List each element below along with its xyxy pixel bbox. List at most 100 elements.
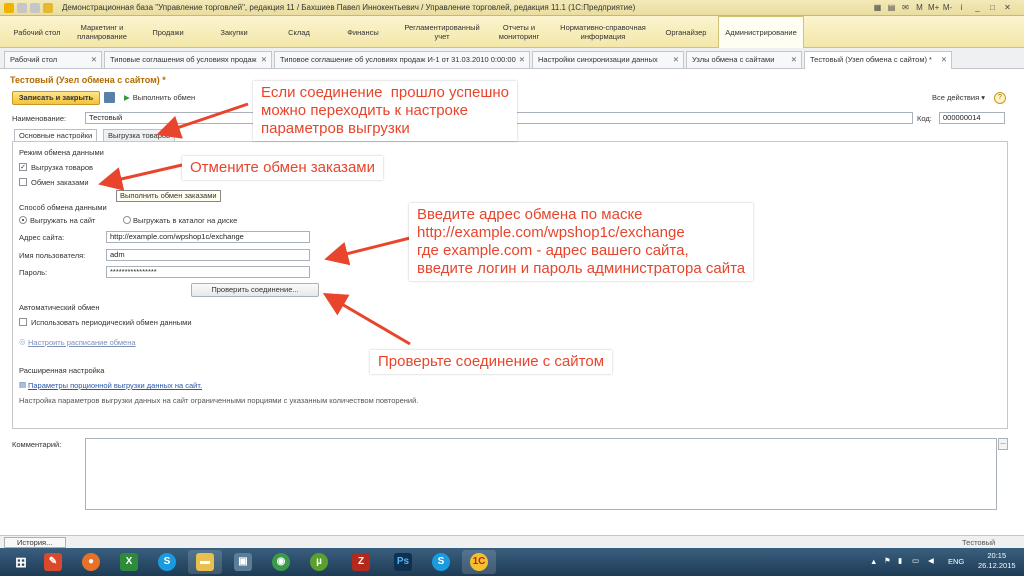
comment-label: Комментарий: (12, 440, 62, 449)
section-reports[interactable]: Отчеты и мониторинг (486, 16, 552, 48)
tab-current-node[interactable]: Тестовый (Узел обмена с сайтом) * ✕ (804, 51, 952, 69)
save-close-button[interactable]: Записать и закрыть (12, 91, 100, 105)
tab-desktop[interactable]: Рабочий стол ✕ (4, 51, 102, 68)
auto-exchange-header: Автоматический обмен (19, 303, 100, 312)
skype-icon: S (158, 553, 176, 571)
batch-settings-link[interactable]: Параметры порционной выгрузки данных на … (28, 381, 202, 390)
tray-battery-icon[interactable]: ▭ (912, 556, 919, 565)
calc-icon[interactable]: ▦ (872, 2, 883, 13)
orders-exchange-checkbox[interactable] (19, 178, 27, 186)
tray-flag-icon[interactable]: ⚑ (884, 556, 891, 565)
batch-settings-note: Настройка параметров выгрузки данных на … (19, 396, 419, 405)
password-label: Пароль: (19, 268, 48, 277)
close-icon[interactable]: ✕ (673, 52, 679, 67)
memory-plus-icon[interactable]: M+ (928, 2, 939, 13)
section-desktop[interactable]: Рабочий стол (8, 16, 66, 48)
section-sales[interactable]: Продажи (138, 16, 198, 48)
section-organizer[interactable]: Органайзер (654, 16, 718, 48)
section-purchases[interactable]: Закупки (198, 16, 270, 48)
mail-icon[interactable]: ✉ (900, 2, 911, 13)
1c-icon: 1C (470, 553, 488, 571)
password-field[interactable]: **************** (106, 266, 310, 278)
minimize-icon[interactable]: _ (972, 2, 983, 13)
code-field[interactable]: 000000014 (939, 112, 1005, 124)
calendar-icon[interactable]: ▤ (886, 2, 897, 13)
annotation-enter-address: Введите адрес обмена по маске http://exa… (409, 203, 754, 281)
taskbar-filezilla[interactable]: Z (344, 550, 378, 574)
close-icon[interactable]: ✕ (261, 52, 267, 67)
tray-network-icon[interactable]: ▮ (898, 556, 902, 565)
name-label: Наименование: (12, 114, 67, 123)
close-icon[interactable]: ✕ (941, 52, 947, 67)
network-icon: ▣ (234, 553, 252, 571)
check-connection-button[interactable]: Проверить соединение... (191, 283, 319, 297)
taskbar-1c-tool[interactable]: ✎ (36, 550, 70, 574)
close-icon[interactable]: ✕ (519, 52, 525, 67)
taskbar-excel[interactable]: X (112, 550, 146, 574)
run-exchange-button[interactable]: ▶ Выполнить обмен (124, 92, 195, 104)
section-reference[interactable]: Нормативно-справочная информация (552, 16, 654, 48)
taskbar-utorrent[interactable]: µ (302, 550, 336, 574)
taskbar-skype-2[interactable]: S (424, 550, 458, 574)
tray-language[interactable]: ENG (948, 557, 964, 566)
save-icon[interactable] (104, 92, 115, 103)
tab-agreements[interactable]: Типовые соглашения об условиях продаж ✕ (104, 51, 272, 68)
taskbar-network[interactable]: ▣ (226, 550, 260, 574)
excel-icon: X (120, 553, 138, 571)
maximize-icon[interactable]: □ (987, 2, 998, 13)
taskbar-photoshop[interactable]: Ps (386, 550, 420, 574)
history-button[interactable]: История... (4, 537, 66, 548)
radio-upload-site[interactable] (19, 216, 27, 224)
tab-site-nodes[interactable]: Узлы обмена с сайтами ✕ (686, 51, 802, 68)
tray-up-icon[interactable]: ▲ (870, 557, 877, 566)
site-address-field[interactable]: http://example.com/wpshop1c/exchange (106, 231, 310, 243)
batch-settings-icon: ▤ (19, 380, 27, 389)
taskbar-1c[interactable]: 1C (462, 550, 496, 574)
back-icon[interactable] (17, 3, 27, 13)
tab-main-settings[interactable]: Основные настройки (14, 129, 98, 141)
periodic-exchange-checkbox[interactable] (19, 318, 27, 326)
comment-expand-button[interactable]: ... (998, 438, 1008, 450)
annotation-next-step: Если соединение прошло успешно можно пер… (253, 81, 517, 141)
info-icon[interactable]: i (956, 2, 967, 13)
section-administration[interactable]: Администрирование (718, 16, 804, 48)
extended-settings-header: Расширенная настройка (19, 366, 105, 375)
comment-field[interactable] (85, 438, 997, 510)
help-icon[interactable]: ? (994, 92, 1006, 104)
memory-minus-icon[interactable]: M- (942, 2, 953, 13)
taskbar-firefox[interactable]: ● (74, 550, 108, 574)
photoshop-icon: Ps (394, 553, 412, 571)
radio-upload-disk[interactable] (123, 216, 131, 224)
tray-volume-icon[interactable]: ◀ (928, 556, 934, 565)
export-goods-checkbox[interactable]: ✓ (19, 163, 27, 171)
tab-goods-export[interactable]: Выгрузка товаров (103, 129, 176, 141)
username-field[interactable]: adm (106, 249, 310, 261)
radio-upload-site-label: Выгружать на сайт (30, 216, 96, 225)
tab-agreement-i1[interactable]: Типовое соглашение об условиях продаж И-… (274, 51, 530, 68)
section-finance[interactable]: Финансы (328, 16, 398, 48)
memory-icon[interactable]: M (914, 2, 925, 13)
tab-sync-settings[interactable]: Настройки синхронизации данных ✕ (532, 51, 684, 68)
start-button[interactable]: ⊞ (4, 550, 38, 574)
annotation-disable-orders: Отмените обмен заказами (182, 156, 383, 180)
taskbar-skype[interactable]: S (150, 550, 184, 574)
windows-taskbar: ⊞ ✎ ● X S ▬ ▣ ◉ µ Z Ps S 1C ▲ ⚑ ▮ ▭ ◀ EN… (0, 548, 1024, 576)
section-accounting[interactable]: Регламентированный учет (398, 16, 486, 48)
taskbar-explorer[interactable]: ▬ (188, 550, 222, 574)
close-icon[interactable]: ✕ (1002, 2, 1013, 13)
taskbar-chrome[interactable]: ◉ (264, 550, 298, 574)
window-title: Демонстрационная база "Управление торгов… (62, 3, 636, 12)
folder-icon: ▬ (196, 553, 214, 571)
section-marketing[interactable]: Маркетинг и планирование (66, 16, 138, 48)
close-icon[interactable]: ✕ (791, 52, 797, 67)
window-titlebar: Демонстрационная база "Управление торгов… (0, 0, 1024, 16)
schedule-link[interactable]: Настроить расписание обмена (28, 338, 136, 347)
section-warehouse[interactable]: Склад (270, 16, 328, 48)
forward-icon[interactable] (30, 3, 40, 13)
all-actions-menu[interactable]: Все действия ▾ (932, 93, 985, 102)
favorites-icon[interactable] (43, 3, 53, 13)
tray-clock[interactable]: 20:15 26.12.2015 (978, 551, 1016, 571)
status-bar: История... Тестовый (0, 535, 1024, 548)
close-icon[interactable]: ✕ (91, 52, 97, 67)
app-logo-icon (4, 3, 14, 13)
